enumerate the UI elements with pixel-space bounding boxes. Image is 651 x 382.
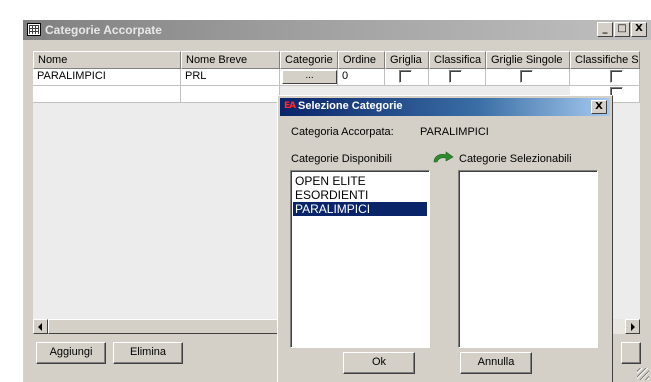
close-button[interactable]: X [631,22,647,37]
scroll-left-icon[interactable] [33,319,48,334]
available-categories-list[interactable]: OPEN ELITE ESORDIENTI PARALIMPICI [290,170,430,348]
grid-header: Nome Nome Breve Categorie Ordine Griglia… [33,51,640,69]
right-panel-button[interactable] [621,342,641,364]
selectable-categories-list[interactable] [458,170,598,348]
delete-button[interactable]: Elimina [113,342,183,364]
merged-category-value: PARALIMPICI [420,126,489,138]
cell-classifica [429,69,486,86]
dialog-titlebar[interactable]: EA Selezione Categorie X [280,98,610,116]
cell-categorie: ... [280,69,338,86]
swap-arrow-icon[interactable] [432,151,454,163]
maximize-button[interactable]: □ [614,22,630,37]
categorie-ellipsis-button[interactable]: ... [282,70,337,84]
cell-ordine[interactable]: 0 [338,69,385,86]
grid-app-icon [27,23,41,36]
classifiche-singole-checkbox[interactable] [610,70,623,83]
cell-classifiche-singole [570,69,640,86]
window-titlebar[interactable]: Categorie Accorpate _ □ X [23,20,651,40]
cell-nome-breve[interactable]: PRL [181,69,280,86]
column-header-classifiche-singole[interactable]: Classifiche Si [570,51,640,69]
classifica-checkbox[interactable] [449,70,462,83]
list-item[interactable]: ESORDIENTI [293,188,427,202]
ok-button[interactable]: Ok [343,352,415,374]
griglia-checkbox[interactable] [399,70,412,83]
list-item[interactable]: OPEN ELITE [293,174,427,188]
list-item[interactable]: PARALIMPICI [293,202,427,216]
resize-grip[interactable] [637,368,649,380]
column-header-nome-breve[interactable]: Nome Breve [181,51,280,69]
column-header-griglia[interactable]: Griglia [385,51,429,69]
cell-griglia [385,69,429,86]
new-row-cell[interactable] [181,86,280,103]
dialog-close-button[interactable]: X [591,100,607,114]
minimize-button[interactable]: _ [597,22,613,37]
cancel-button[interactable]: Annulla [460,352,532,374]
column-header-classifica[interactable]: Classifica [429,51,486,69]
column-header-griglie-singole[interactable]: Griglie Singole [486,51,570,69]
griglie-singole-checkbox[interactable] [520,70,533,83]
column-header-ordine[interactable]: Ordine [338,51,385,69]
window-title: Categorie Accorpate [45,23,162,37]
cell-nome[interactable]: PARALIMPICI [33,69,181,86]
column-header-categorie[interactable]: Categorie [280,51,338,69]
column-header-nome[interactable]: Nome [33,51,181,69]
merged-category-label: Categoria Accorpata: [291,126,394,138]
cell-griglie-singole [486,69,570,86]
selezione-categorie-dialog: EA Selezione Categorie X Categoria Accor… [277,95,613,382]
add-button[interactable]: Aggiungi [36,342,106,364]
available-categories-label: Categorie Disponibili [291,153,392,165]
scroll-thumb[interactable] [48,319,278,334]
dialog-title: Selezione Categorie [298,100,403,112]
selectable-categories-label: Categorie Selezionabili [459,153,572,165]
new-row-cell[interactable] [33,86,181,103]
scroll-right-icon[interactable] [625,319,640,334]
ea-logo-icon: EA [284,101,296,111]
